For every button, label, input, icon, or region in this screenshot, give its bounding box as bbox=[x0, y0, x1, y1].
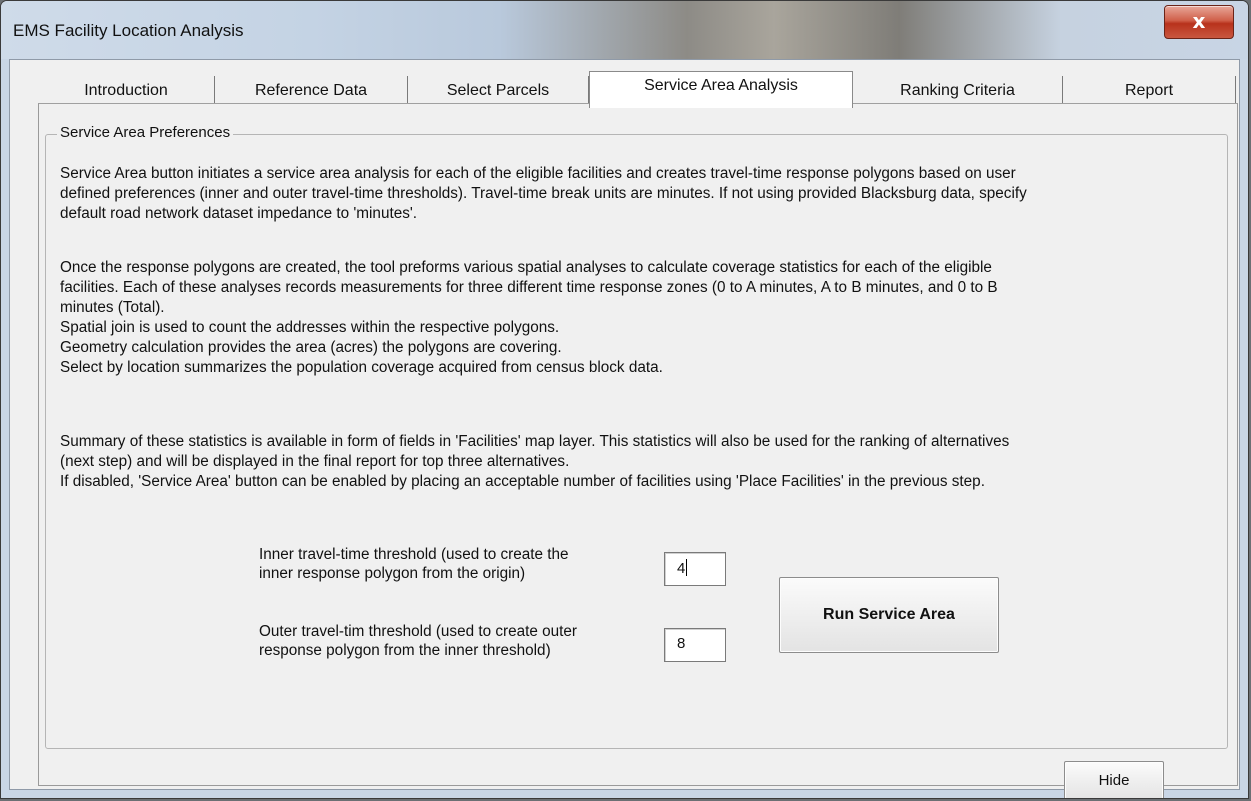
run-service-area-button[interactable]: Run Service Area bbox=[779, 577, 999, 653]
group-title: Service Area Preferences bbox=[57, 124, 234, 141]
inner-threshold-input[interactable]: 4 bbox=[664, 552, 726, 586]
tab-select-parcels[interactable]: Select Parcels bbox=[408, 76, 589, 103]
text-caret bbox=[686, 559, 688, 576]
service-area-panel: Service Area Preferences Service Area bu… bbox=[38, 103, 1238, 798]
inner-threshold-value: 4 bbox=[677, 560, 686, 577]
outer-threshold-input[interactable]: 8 bbox=[664, 628, 726, 662]
description-service-area: Service Area button initiates a service … bbox=[60, 165, 1027, 222]
tab-reference-data[interactable]: Reference Data bbox=[215, 76, 408, 103]
dialog-client: Introduction Reference Data Select Parce… bbox=[9, 59, 1240, 798]
close-icon[interactable]: x bbox=[1164, 5, 1234, 39]
description-analyses: Once the response polygons are created, … bbox=[60, 259, 998, 376]
tab-introduction[interactable]: Introduction bbox=[38, 76, 215, 103]
outer-threshold-value: 8 bbox=[677, 635, 686, 652]
window-title: EMS Facility Location Analysis bbox=[13, 21, 244, 40]
tab-report[interactable]: Report bbox=[1063, 76, 1236, 103]
title-bar[interactable]: EMS Facility Location Analysis x bbox=[1, 1, 1248, 59]
tab-service-area-analysis[interactable]: Service Area Analysis bbox=[589, 71, 853, 108]
tab-ranking-criteria[interactable]: Ranking Criteria bbox=[853, 76, 1063, 103]
outer-threshold-label: Outer travel-tim threshold (used to crea… bbox=[259, 623, 577, 659]
description-summary: Summary of these statistics is available… bbox=[60, 433, 1010, 490]
tab-strip: Introduction Reference Data Select Parce… bbox=[38, 71, 1236, 108]
app-window: EMS Facility Location Analysis x Introdu… bbox=[0, 0, 1249, 799]
hide-button[interactable]: Hide bbox=[1064, 761, 1164, 798]
service-area-preferences-group: Service Area Preferences Service Area bu… bbox=[45, 124, 1228, 749]
inner-threshold-label: Inner travel-time threshold (used to cre… bbox=[259, 546, 569, 582]
